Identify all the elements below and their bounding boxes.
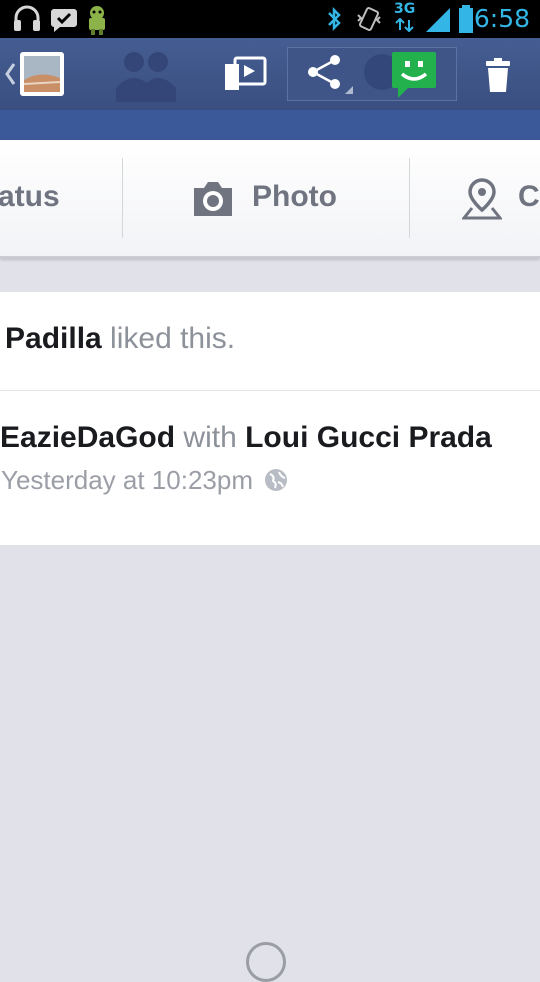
liker-name[interactable]: Padilla xyxy=(5,322,102,355)
camera-icon xyxy=(194,182,232,216)
divider xyxy=(122,158,123,238)
signal-icon xyxy=(426,8,450,32)
action-bar xyxy=(0,38,540,110)
back-chevron-icon[interactable] xyxy=(4,62,16,86)
loading-spinner xyxy=(246,942,286,982)
feed-story[interactable]: EazieDaGod with Loui Gucci Prada Yesterd… xyxy=(0,391,540,545)
like-action-text: liked this. xyxy=(101,322,236,355)
check-bubble-icon xyxy=(51,9,77,32)
headphones-icon xyxy=(14,5,40,31)
public-globe-icon xyxy=(265,469,288,491)
android-icon xyxy=(89,6,105,35)
feed-story[interactable]: Padilla liked this. xyxy=(0,292,540,391)
network-type-label: 3G xyxy=(394,1,416,17)
composer-bar: atus Photo C xyxy=(0,140,540,258)
slideshow-icon[interactable] xyxy=(224,56,268,92)
checkin-button[interactable]: C xyxy=(518,180,540,214)
share-icon[interactable] xyxy=(305,54,355,94)
photo-button[interactable]: Photo xyxy=(252,180,337,214)
post-timestamp[interactable]: Yesterday at 10:23pm xyxy=(1,465,288,496)
tagged-name[interactable]: Loui Gucci Prada xyxy=(245,421,492,454)
timestamp-text: Yesterday at 10:23pm xyxy=(1,465,253,495)
friends-icon[interactable] xyxy=(112,48,180,102)
data-arrows-icon xyxy=(395,18,414,32)
globe-icon xyxy=(364,54,396,90)
bluetooth-icon xyxy=(328,6,341,32)
gallery-thumbnail-icon[interactable] xyxy=(20,52,64,96)
divider xyxy=(409,158,410,238)
header-strip xyxy=(0,110,540,140)
location-pin-icon xyxy=(462,178,502,220)
messenger-icon[interactable] xyxy=(392,52,436,98)
status-button[interactable]: atus xyxy=(0,180,60,214)
like-summary[interactable]: Padilla liked this. xyxy=(5,322,235,356)
vibrate-icon xyxy=(357,7,381,31)
battery-icon xyxy=(459,5,473,33)
post-header: EazieDaGod with Loui Gucci Prada xyxy=(0,421,492,455)
status-bar: 3G 6:58 xyxy=(0,0,540,38)
trash-icon[interactable] xyxy=(486,58,510,92)
clock: 6:58 xyxy=(473,4,530,33)
author-name[interactable]: EazieDaGod xyxy=(0,421,175,454)
with-text: with xyxy=(175,421,246,454)
